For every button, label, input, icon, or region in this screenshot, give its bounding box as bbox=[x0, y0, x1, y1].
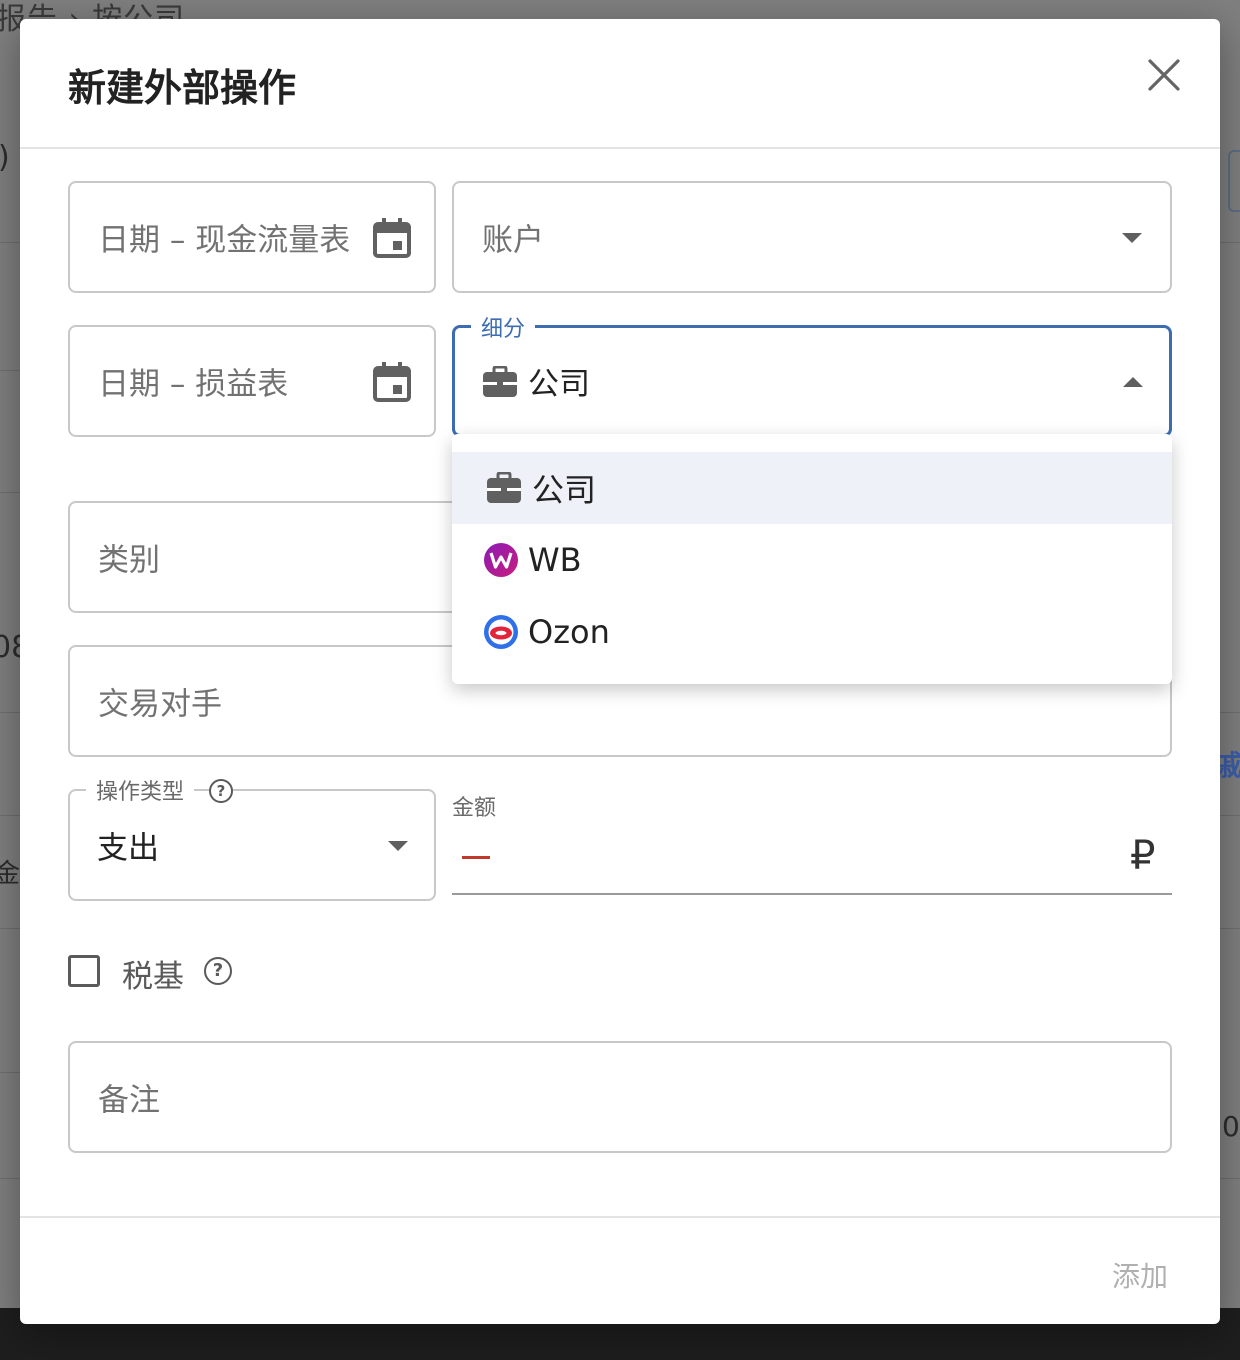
minus-sign-icon bbox=[462, 856, 490, 859]
briefcase-icon bbox=[487, 472, 521, 503]
segment-select[interactable]: 细分 公司 bbox=[452, 311, 1172, 437]
menu-item-label: WB bbox=[528, 541, 582, 579]
background-divider bbox=[1220, 928, 1240, 929]
account-placeholder: 账户 bbox=[482, 222, 544, 259]
counterparty-placeholder: 交易对手 bbox=[98, 686, 222, 723]
date-cashflow-placeholder: 日期 – 现金流量表 bbox=[98, 222, 351, 259]
menu-item-wb[interactable]: WB bbox=[452, 524, 1172, 596]
add-button[interactable]: 添加 bbox=[1112, 1255, 1168, 1295]
new-operation-dialog: 新建外部操作 日期 – 现金流量表 账户 日期 – 损益表 细分 公司 类别 交… bbox=[20, 19, 1220, 1324]
date-cashflow-field[interactable]: 日期 – 现金流量表 bbox=[68, 181, 436, 293]
operation-type-value: 支出 bbox=[97, 830, 159, 867]
chevron-down-icon bbox=[388, 841, 408, 851]
menu-item-ozon[interactable]: Ozon bbox=[452, 596, 1172, 668]
footer-divider bbox=[20, 1216, 1220, 1218]
background-divider bbox=[0, 1178, 20, 1179]
menu-item-company[interactable]: 公司 bbox=[452, 452, 1172, 524]
date-pnl-placeholder: 日期 – 损益表 bbox=[98, 366, 289, 403]
segment-label: 细分 bbox=[471, 311, 536, 343]
ozon-logo-icon bbox=[484, 615, 518, 649]
menu-item-label: Ozon bbox=[528, 613, 610, 651]
background-divider bbox=[0, 492, 20, 493]
background-divider bbox=[0, 815, 20, 816]
calendar-icon[interactable] bbox=[372, 217, 412, 259]
background-divider bbox=[1220, 1178, 1240, 1179]
operation-type-label: 操作类型 bbox=[86, 774, 195, 806]
background-divider bbox=[0, 712, 20, 713]
background-divider bbox=[0, 1072, 20, 1073]
header-divider bbox=[20, 147, 1220, 149]
calendar-icon[interactable] bbox=[372, 361, 412, 403]
tax-base-label: 税基 bbox=[122, 959, 184, 995]
tax-base-checkbox[interactable] bbox=[68, 955, 100, 987]
background-divider bbox=[0, 928, 20, 929]
background-text: 金 bbox=[0, 859, 21, 889]
wb-logo-icon bbox=[484, 543, 518, 577]
dialog-title: 新建外部操作 bbox=[68, 66, 297, 110]
chevron-down-icon bbox=[1122, 233, 1142, 243]
help-icon[interactable]: ? bbox=[209, 779, 233, 803]
background-divider bbox=[1220, 815, 1240, 816]
date-pnl-field[interactable]: 日期 – 损益表 bbox=[68, 325, 436, 437]
background-button bbox=[1228, 150, 1240, 212]
briefcase-icon bbox=[483, 366, 517, 397]
ruble-currency: ₽ bbox=[1130, 833, 1156, 879]
background-text: ) bbox=[0, 140, 10, 175]
amount-underline bbox=[452, 893, 1172, 895]
note-placeholder: 备注 bbox=[98, 1082, 160, 1119]
background-divider bbox=[1220, 712, 1240, 713]
background-text: 0 bbox=[1222, 1110, 1240, 1143]
help-icon[interactable]: ? bbox=[204, 957, 232, 985]
menu-item-label: 公司 bbox=[532, 471, 597, 509]
category-placeholder: 类别 bbox=[98, 542, 160, 579]
background-divider bbox=[0, 242, 20, 243]
segment-value: 公司 bbox=[528, 366, 590, 403]
amount-label: 金额 bbox=[452, 796, 497, 821]
operation-type-select[interactable]: 操作类型 ? 支出 bbox=[68, 774, 436, 901]
background-divider bbox=[1220, 242, 1240, 243]
segment-dropdown-menu: 公司 WB Ozon bbox=[452, 434, 1172, 684]
close-icon[interactable] bbox=[1144, 55, 1184, 95]
background-divider bbox=[0, 370, 20, 371]
amount-input[interactable] bbox=[510, 829, 1110, 889]
note-field[interactable]: 备注 bbox=[68, 1041, 1172, 1153]
chevron-up-icon bbox=[1123, 377, 1143, 387]
account-select[interactable]: 账户 bbox=[452, 181, 1172, 293]
